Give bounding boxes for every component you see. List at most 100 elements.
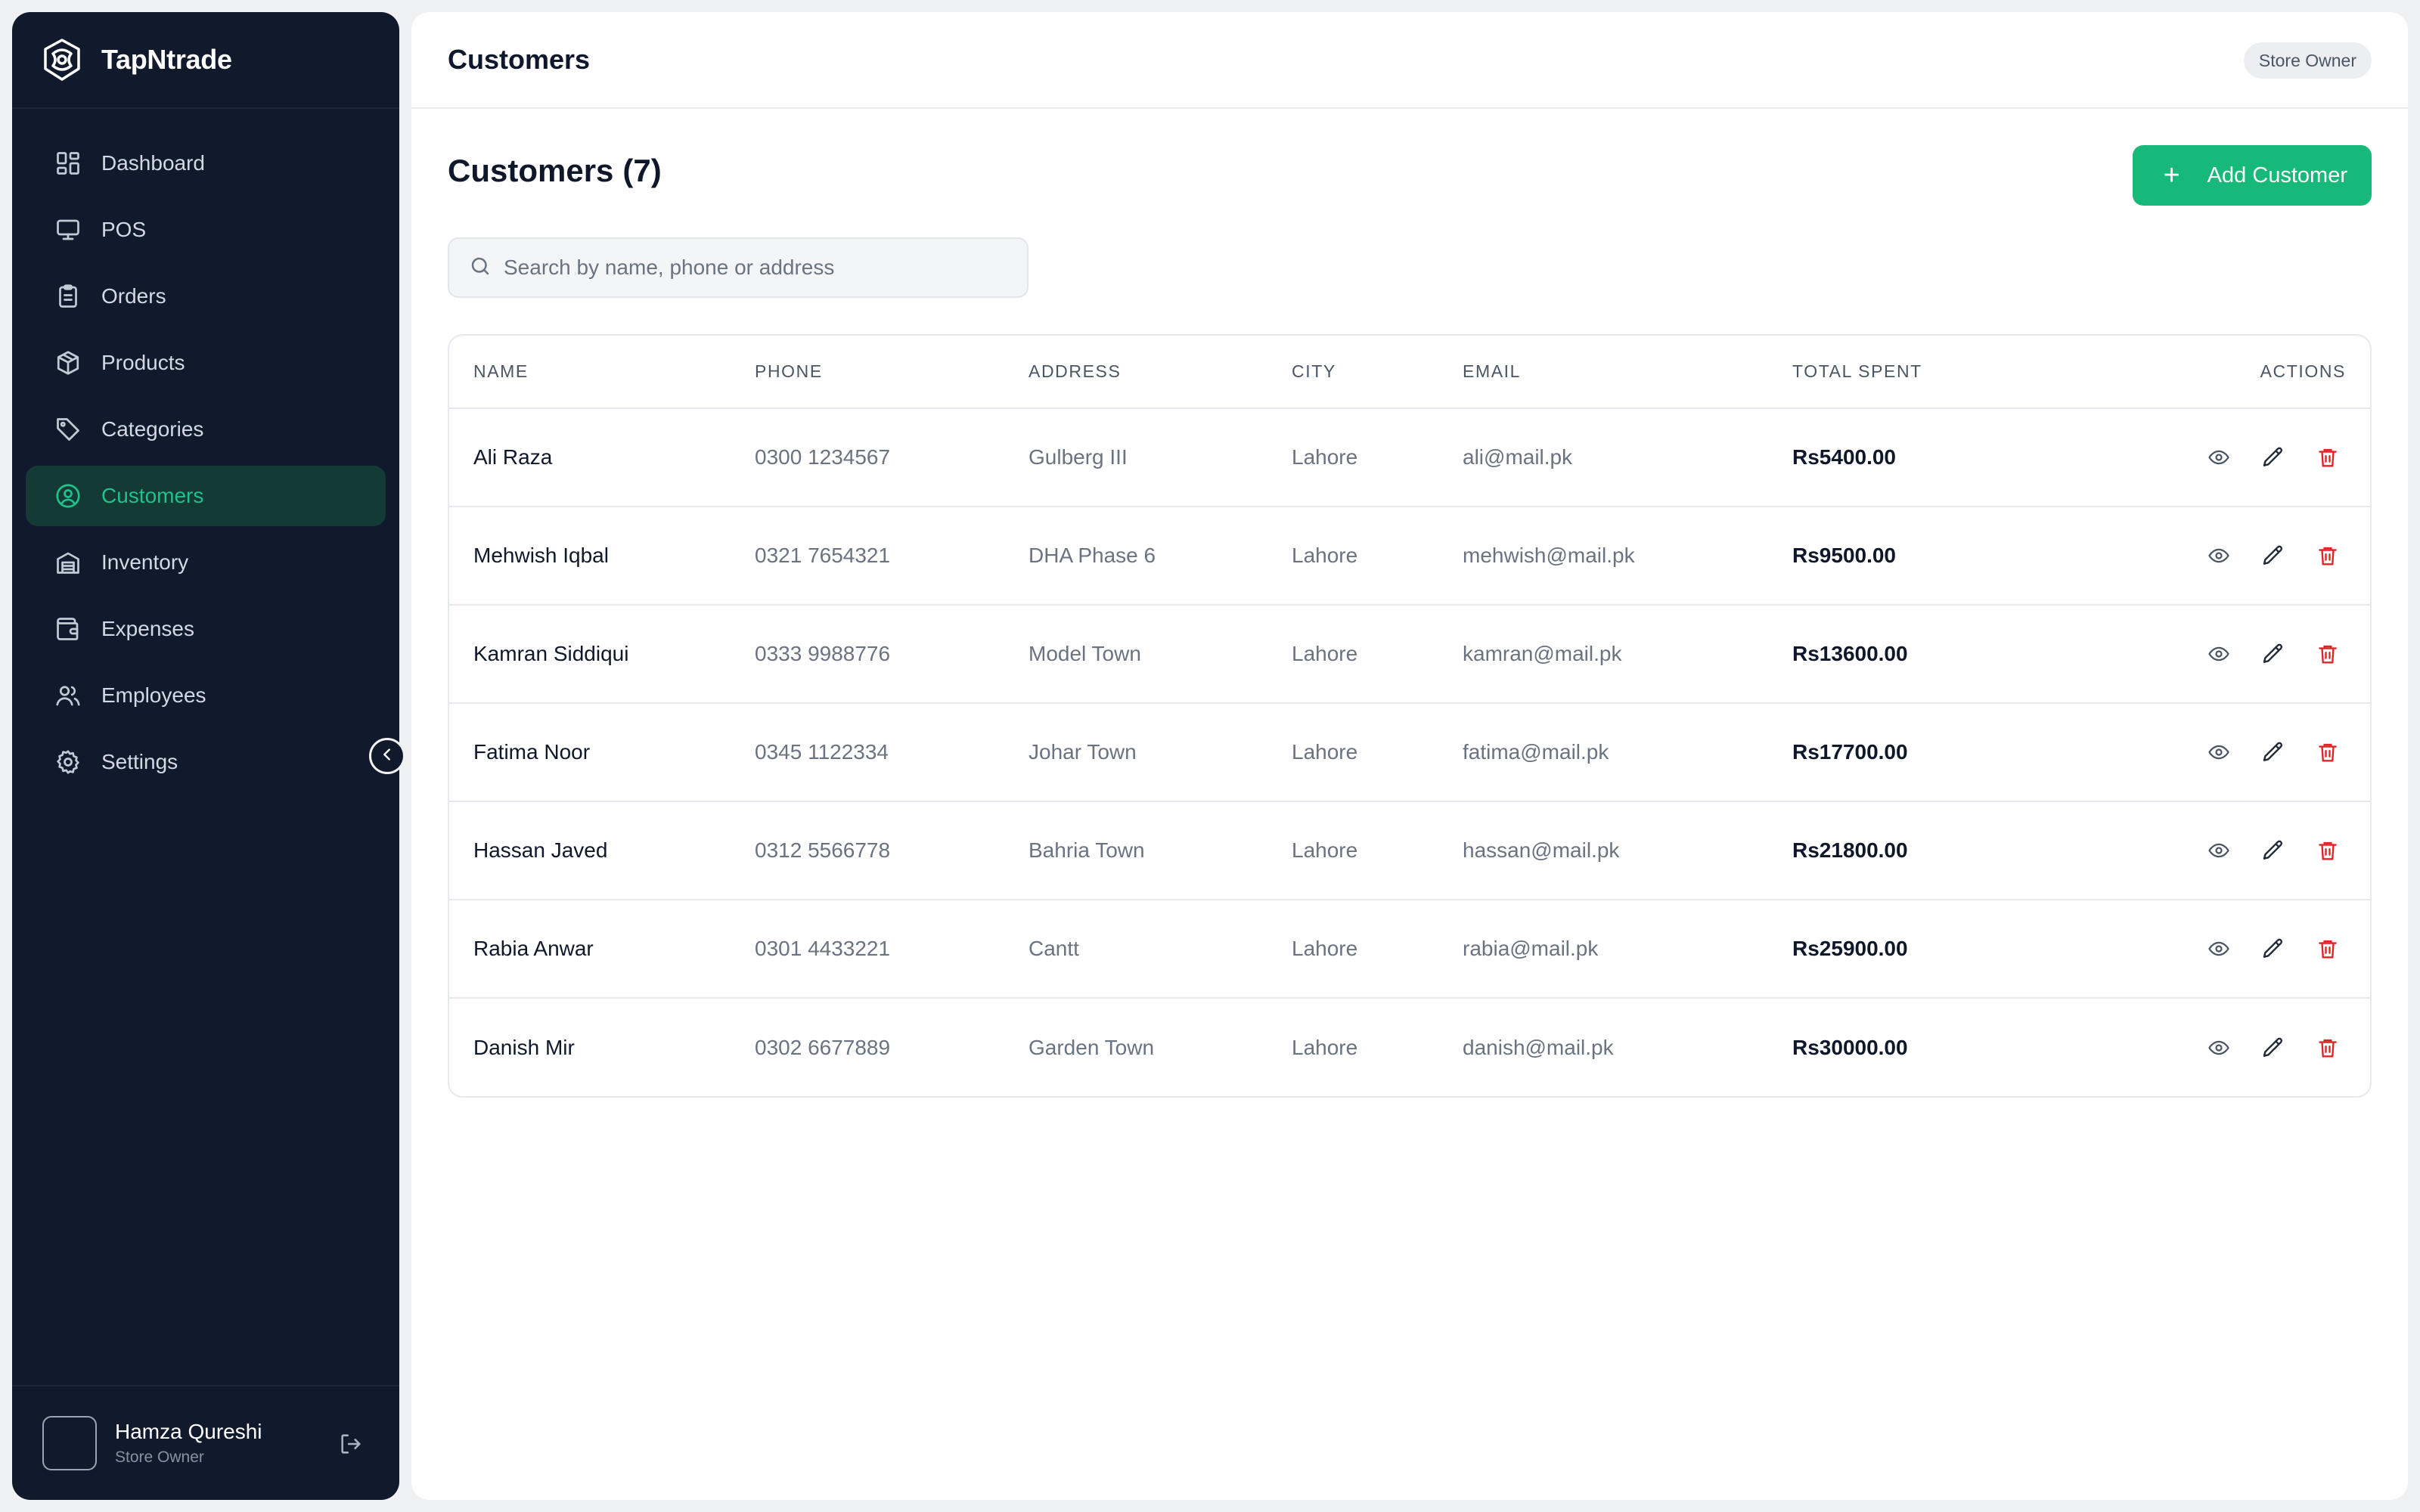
cell-phone: 0301 4433221 xyxy=(755,900,1028,999)
nav-item-inventory[interactable]: Inventory xyxy=(26,532,386,593)
customers-table: NAME PHONE ADDRESS CITY EMAIL TOTAL SPEN… xyxy=(448,334,2372,1098)
wallet-icon xyxy=(53,614,83,644)
eye-icon[interactable] xyxy=(2204,835,2234,866)
sidebar: TapNtrade Dashboard POS Orders Products xyxy=(12,12,399,1500)
eye-icon[interactable] xyxy=(2204,934,2234,964)
pencil-icon[interactable] xyxy=(2258,835,2288,866)
cell-city: Lahore xyxy=(1292,605,1463,704)
add-customer-button[interactable]: + Add Customer xyxy=(2133,145,2372,206)
cell-total-spent: Rs13600.00 xyxy=(1792,605,2110,704)
cell-email: fatima@mail.pk xyxy=(1463,703,1792,802)
column-header-address: ADDRESS xyxy=(1028,336,1292,409)
table-row[interactable]: Ali Raza 0300 1234567 Gulberg III Lahore… xyxy=(449,408,2370,507)
main-nav: Dashboard POS Orders Products Categories xyxy=(12,109,399,792)
cell-phone: 0345 1122334 xyxy=(755,703,1028,802)
eye-icon[interactable] xyxy=(2204,442,2234,472)
table-row[interactable]: Danish Mir 0302 6677889 Garden Town Laho… xyxy=(449,998,2370,1096)
cell-city: Lahore xyxy=(1292,801,1463,900)
nav-label: Categories xyxy=(101,417,204,441)
pencil-icon[interactable] xyxy=(2258,639,2288,669)
customers-section: Customers(7) + Add Customer NAME PHONE A… xyxy=(411,109,2408,1098)
pencil-icon[interactable] xyxy=(2258,1033,2288,1063)
tag-icon xyxy=(53,414,83,445)
eye-icon[interactable] xyxy=(2204,1033,2234,1063)
nav-label: Customers xyxy=(101,484,204,507)
trash-icon[interactable] xyxy=(2313,1033,2343,1063)
nav-label: Products xyxy=(101,351,185,374)
nav-label: Dashboard xyxy=(101,151,205,175)
column-header-city: CITY xyxy=(1292,336,1463,409)
nav-item-dashboard[interactable]: Dashboard xyxy=(26,133,386,194)
cell-email: hassan@mail.pk xyxy=(1463,801,1792,900)
table-row[interactable]: Hassan Javed 0312 5566778 Bahria Town La… xyxy=(449,801,2370,900)
eye-icon[interactable] xyxy=(2204,639,2234,669)
logout-icon[interactable] xyxy=(336,1429,366,1459)
eye-icon[interactable] xyxy=(2204,541,2234,571)
trash-icon[interactable] xyxy=(2313,737,2343,767)
cell-name: Kamran Siddiqui xyxy=(449,605,755,704)
cell-email: mehwish@mail.pk xyxy=(1463,507,1792,606)
nav-item-categories[interactable]: Categories xyxy=(26,399,386,460)
column-header-email: EMAIL xyxy=(1463,336,1792,409)
nav-item-expenses[interactable]: Expenses xyxy=(26,599,386,659)
sidebar-collapse-button[interactable] xyxy=(369,738,405,774)
cell-city: Lahore xyxy=(1292,900,1463,999)
nav-item-settings[interactable]: Settings xyxy=(26,732,386,792)
customer-count: (7) xyxy=(622,153,662,188)
cell-name: Hassan Javed xyxy=(449,801,755,900)
search-box[interactable] xyxy=(448,237,1028,298)
nav-item-products[interactable]: Products xyxy=(26,333,386,393)
trash-icon[interactable] xyxy=(2313,934,2343,964)
cell-address: Garden Town xyxy=(1028,1035,1155,1059)
cell-address: Model Town xyxy=(1028,605,1292,704)
nav-item-employees[interactable]: Employees xyxy=(26,665,386,726)
brand-name: TapNtrade xyxy=(101,44,232,75)
cell-address: DHA Phase 6 xyxy=(1028,507,1292,606)
cell-address: Bahria Town xyxy=(1028,801,1292,900)
pencil-icon[interactable] xyxy=(2258,934,2288,964)
add-customer-label: Add Customer xyxy=(2207,163,2347,187)
table-row[interactable]: Rabia Anwar 0301 4433221 Cantt Lahore ra… xyxy=(449,900,2370,999)
cell-phone: 0312 5566778 xyxy=(755,801,1028,900)
trash-icon[interactable] xyxy=(2313,639,2343,669)
cell-address: Johar Town xyxy=(1028,703,1292,802)
cell-actions xyxy=(2110,900,2370,999)
avatar xyxy=(42,1416,97,1470)
search-icon xyxy=(469,255,492,281)
nav-item-orders[interactable]: Orders xyxy=(26,266,386,327)
table-row[interactable]: Fatima Noor 0345 1122334 Johar Town Laho… xyxy=(449,703,2370,802)
nav-label: Employees xyxy=(101,683,206,707)
table-row[interactable]: Kamran Siddiqui 0333 9988776 Model Town … xyxy=(449,605,2370,704)
pencil-icon[interactable] xyxy=(2258,737,2288,767)
eye-icon[interactable] xyxy=(2204,737,2234,767)
cell-total-spent: Rs5400.00 xyxy=(1792,408,2110,507)
cell-total-spent: Rs25900.00 xyxy=(1792,900,2110,999)
cell-actions xyxy=(2110,703,2370,802)
trash-icon[interactable] xyxy=(2313,835,2343,866)
cell-name: Mehwish Iqbal xyxy=(449,507,755,606)
cell-city: Lahore xyxy=(1292,507,1463,606)
users-icon xyxy=(53,680,83,711)
cell-city: Lahore xyxy=(1292,1035,1358,1059)
column-header-name: NAME xyxy=(449,336,755,409)
pencil-icon[interactable] xyxy=(2258,442,2288,472)
search-input[interactable] xyxy=(504,256,1018,280)
trash-icon[interactable] xyxy=(2313,442,2343,472)
nav-item-customers[interactable]: Customers xyxy=(26,466,386,526)
main-panel: Customers Store Owner Customers (7) + Add… xyxy=(411,12,2408,1500)
brand[interactable]: TapNtrade xyxy=(12,12,399,109)
user-circle-icon xyxy=(53,481,83,511)
nav-item-pos[interactable]: POS xyxy=(26,200,386,260)
cell-phone: 0302 6677889 xyxy=(755,1035,891,1059)
cell-address: Gulberg III xyxy=(1028,408,1292,507)
table-row[interactable]: Mehwish Iqbal 0321 7654321 DHA Phase 6 L… xyxy=(449,507,2370,606)
cell-total-spent: Rs9500.00 xyxy=(1792,507,2110,606)
trash-icon[interactable] xyxy=(2313,541,2343,571)
pencil-icon[interactable] xyxy=(2258,541,2288,571)
cell-actions xyxy=(2110,507,2370,606)
cell-actions xyxy=(2110,408,2370,507)
cell-phone: 0300 1234567 xyxy=(755,408,1028,507)
cell-total-spent: Rs17700.00 xyxy=(1792,703,2110,802)
cell-city: Lahore xyxy=(1292,408,1463,507)
warehouse-icon xyxy=(53,547,83,578)
